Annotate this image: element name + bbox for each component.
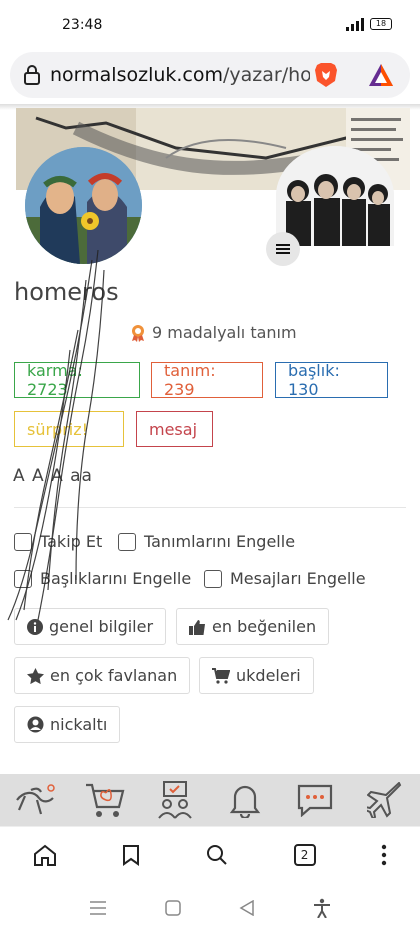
airplane-icon [367, 782, 402, 818]
general-info-button[interactable]: genel bilgiler [14, 608, 167, 645]
info-icon [27, 618, 43, 635]
username: homeros [14, 278, 119, 306]
bell-icon [229, 785, 261, 818]
user-circle-icon [27, 716, 44, 733]
home-square-icon[interactable] [165, 900, 181, 916]
status-icons: 18 [346, 17, 392, 31]
block-entries-checkbox[interactable]: Tanımlarını Engelle [118, 532, 295, 551]
nav-notifications[interactable] [222, 778, 268, 822]
checkbox[interactable] [204, 569, 222, 588]
back-icon[interactable] [239, 900, 255, 916]
nickalti-button[interactable]: nickaltı [14, 706, 121, 743]
font-size-controls[interactable]: A A A aa [13, 466, 93, 486]
karma-badge[interactable]: karma: 2723 [14, 361, 140, 399]
brave-shield-icon[interactable] [312, 61, 340, 89]
message-badge[interactable]: mesaj [136, 411, 213, 447]
more-icon[interactable] [381, 844, 387, 866]
bat-rewards-icon[interactable] [368, 63, 394, 87]
most-liked-button[interactable]: en beğenilen [176, 608, 330, 645]
address-bar[interactable]: normalsozluk.com/yazar/hom [10, 52, 410, 98]
hamburger-icon [276, 242, 290, 256]
block-messages-checkbox[interactable]: Mesajları Engelle [204, 569, 366, 588]
signal-icon [346, 17, 364, 31]
follow-checkbox[interactable]: Takip Et [14, 532, 102, 551]
profile-menu-button[interactable] [266, 232, 300, 266]
checkbox[interactable] [14, 569, 32, 588]
nav-cart[interactable] [82, 778, 128, 822]
lock-icon [24, 65, 40, 85]
status-bar: 23:48 18 [0, 0, 420, 48]
browser-toolbar: 2 [0, 826, 420, 882]
checkbox[interactable] [118, 532, 136, 551]
nav-home-logo[interactable] [12, 778, 58, 822]
surprise-badge[interactable]: sürpriz! [14, 411, 124, 447]
url-text[interactable]: normalsozluk.com/yazar/hom [50, 64, 310, 86]
nav-travel[interactable] [362, 778, 408, 822]
app-bottom-nav [0, 774, 420, 826]
accessibility-icon[interactable] [313, 898, 331, 918]
thumbs-up-icon [189, 619, 205, 635]
status-time: 23:48 [62, 17, 103, 33]
medal-icon [132, 324, 144, 342]
recents-icon[interactable] [89, 901, 107, 915]
search-icon[interactable] [206, 844, 228, 866]
block-titles-checkbox[interactable]: Başlıklarını Engelle [14, 569, 191, 588]
bookmark-icon[interactable] [122, 844, 140, 866]
battery-icon: 18 [370, 18, 392, 30]
medal-text: 9 madalyalı tanım [152, 323, 297, 342]
checkbox[interactable] [14, 532, 32, 551]
divider [14, 507, 406, 508]
users-board-icon [158, 781, 192, 819]
entry-count-badge[interactable]: tanım: 239 [151, 361, 263, 399]
home-icon[interactable] [33, 844, 57, 866]
profile-avatar[interactable] [25, 147, 142, 264]
nav-community[interactable] [152, 778, 198, 822]
system-nav-bar [0, 883, 420, 933]
chat-icon [297, 784, 333, 817]
nav-messages[interactable] [292, 778, 338, 822]
title-count-badge[interactable]: başlık: 130 [275, 361, 388, 399]
cover-photo-band [276, 146, 394, 246]
medal-info[interactable]: 9 madalyalı tanım [130, 323, 297, 342]
cart-icon [212, 667, 230, 684]
most-faved-button[interactable]: en çok favlanan [14, 657, 191, 694]
runner-logo-icon [16, 784, 55, 815]
tabs-icon[interactable]: 2 [293, 843, 316, 866]
star-icon [27, 667, 44, 684]
ukde-button[interactable]: ukdeleri [199, 657, 314, 694]
cart-heart-icon [86, 783, 125, 817]
